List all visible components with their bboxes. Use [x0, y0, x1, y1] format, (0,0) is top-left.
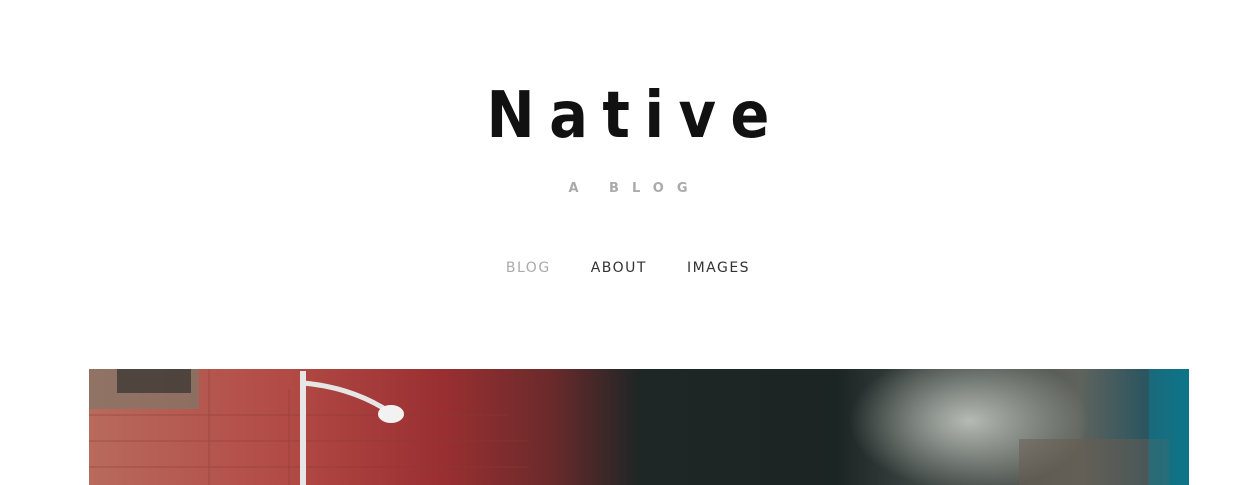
main-nav: BLOG ABOUT IMAGES	[0, 259, 1256, 277]
site-title[interactable]: Native	[63, 78, 1193, 154]
nav-item-blog[interactable]: BLOG	[506, 259, 551, 277]
site-tagline: A BLOG	[568, 181, 701, 196]
page: Native A BLOG BLOG ABOUT IMAGES	[0, 0, 1256, 485]
hero-image[interactable]	[89, 369, 1189, 485]
hero-street-photo	[89, 369, 1189, 485]
nav-item-images[interactable]: IMAGES	[687, 259, 750, 277]
nav-item-about[interactable]: ABOUT	[591, 259, 647, 277]
